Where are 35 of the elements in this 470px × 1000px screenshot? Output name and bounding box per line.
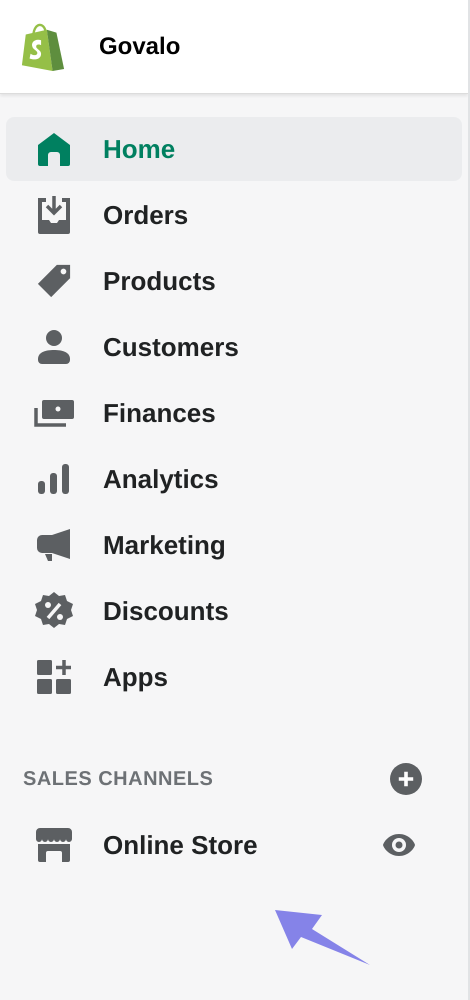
nav-item[interactable]: Discounts: [6, 579, 462, 643]
nav-label: Discounts: [103, 594, 229, 628]
megaphone-icon: [36, 527, 72, 563]
add-icon[interactable]: [390, 763, 422, 795]
bar-chart-icon: [37, 463, 71, 495]
nav-item[interactable]: Finances: [6, 381, 462, 445]
shopping-bag-logo: [20, 20, 66, 72]
nav-item[interactable]: Home: [6, 117, 462, 181]
section-heading: SALES CHANNELS: [23, 767, 214, 792]
discount-badge-icon: [34, 591, 74, 631]
person-icon: [36, 329, 72, 365]
nav-item[interactable]: Customers: [6, 315, 462, 379]
nav-item[interactable]: Products: [6, 249, 462, 313]
nav-item[interactable]: Apps: [6, 645, 462, 709]
tag-icon: [36, 263, 72, 299]
store-name: Govalo: [99, 32, 180, 62]
nav-label: Online Store: [103, 828, 258, 862]
cash-stack-icon: [34, 398, 74, 428]
nav-label: Apps: [103, 660, 168, 694]
nav-label: Marketing: [103, 528, 226, 562]
nav-label: Finances: [103, 396, 216, 430]
nav-label: Products: [103, 264, 216, 298]
nav-item[interactable]: Analytics: [6, 447, 462, 511]
home-icon: [36, 131, 72, 167]
storefront-icon: [36, 827, 72, 863]
nav-label: Customers: [103, 330, 239, 364]
eye-icon[interactable]: [382, 833, 416, 857]
nav-item[interactable]: Orders: [6, 183, 462, 247]
nav-label: Analytics: [103, 462, 219, 496]
inbox-download-icon: [36, 196, 72, 234]
nav-item[interactable]: Online Store: [6, 813, 462, 877]
nav-item[interactable]: Marketing: [6, 513, 462, 577]
apps-grid-icon: [36, 659, 72, 695]
nav-label: Orders: [103, 198, 188, 232]
nav-label: Home: [103, 132, 176, 166]
